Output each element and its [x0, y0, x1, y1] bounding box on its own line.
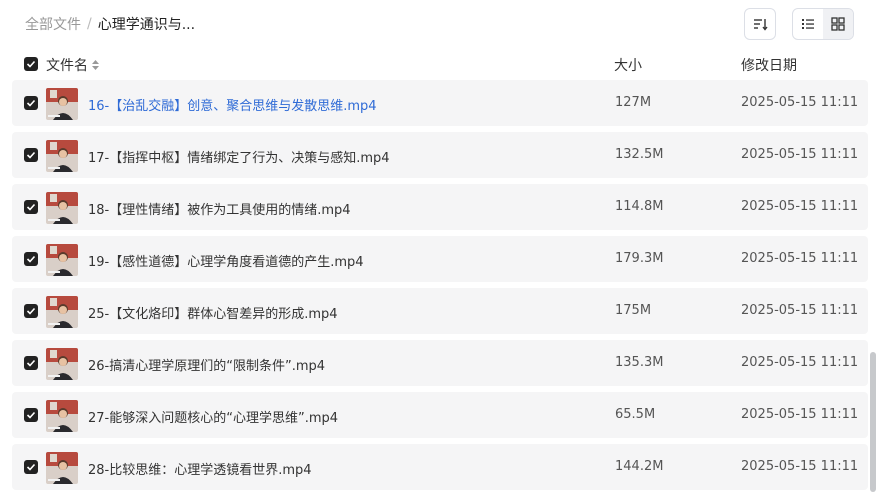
column-header-name[interactable]: 文件名: [46, 55, 99, 75]
file-size: 127M: [615, 95, 652, 110]
file-modified-date: 2025-05-15 11:11: [741, 355, 859, 370]
file-size: 179.3M: [615, 251, 664, 266]
column-header-name-label: 文件名: [46, 58, 88, 74]
video-thumbnail[interactable]: [46, 348, 78, 380]
column-header-modified[interactable]: 修改日期: [741, 55, 797, 75]
file-modified-date: 2025-05-15 11:11: [741, 95, 859, 110]
video-thumbnail[interactable]: [46, 452, 78, 484]
file-row[interactable]: 17-【指挥中枢】情绪绑定了行为、决策与感知.mp4 132.5M 2025-0…: [12, 132, 868, 178]
file-modified-date: 2025-05-15 11:11: [741, 303, 859, 318]
file-row[interactable]: 25-【文化烙印】群体心智差异的形成.mp4 175M 2025-05-15 1…: [12, 288, 868, 334]
check-icon: [26, 411, 36, 419]
file-size: 65.5M: [615, 407, 656, 422]
check-icon: [26, 60, 36, 68]
list-icon: [802, 19, 814, 29]
row-checkbox[interactable]: [24, 304, 38, 318]
check-icon: [26, 99, 36, 107]
file-list: 16-【治乱交融】创意、聚合思维与发散思维.mp4 127M 2025-05-1…: [12, 80, 868, 495]
video-thumbnail[interactable]: [46, 400, 78, 432]
row-checkbox[interactable]: [24, 460, 38, 474]
file-name[interactable]: 26-搞清心理学原理们的“限制条件”.mp4: [88, 355, 325, 374]
file-modified-date: 2025-05-15 11:11: [741, 459, 859, 474]
file-name[interactable]: 18-【理性情绪】被作为工具使用的情绪.mp4: [88, 199, 351, 218]
row-checkbox[interactable]: [24, 252, 38, 266]
select-all-checkbox[interactable]: [24, 57, 38, 71]
file-name[interactable]: 27-能够深入问题核心的“心理学思维”.mp4: [88, 407, 338, 426]
file-size: 144.2M: [615, 459, 664, 474]
list-view-button[interactable]: [793, 9, 823, 39]
file-row[interactable]: 16-【治乱交融】创意、聚合思维与发散思维.mp4 127M 2025-05-1…: [12, 80, 868, 126]
video-thumbnail[interactable]: [46, 244, 78, 276]
check-icon: [26, 255, 36, 263]
file-name[interactable]: 16-【治乱交融】创意、聚合思维与发散思维.mp4: [88, 95, 377, 114]
video-thumbnail[interactable]: [46, 88, 78, 120]
row-checkbox[interactable]: [24, 200, 38, 214]
file-name[interactable]: 25-【文化烙印】群体心智差异的形成.mp4: [88, 303, 338, 322]
scrollbar-thumb[interactable]: [870, 352, 876, 492]
file-row[interactable]: 26-搞清心理学原理们的“限制条件”.mp4 135.3M 2025-05-15…: [12, 340, 868, 386]
row-checkbox[interactable]: [24, 96, 38, 110]
video-thumbnail[interactable]: [46, 140, 78, 172]
row-checkbox[interactable]: [24, 356, 38, 370]
grid-view-button[interactable]: [823, 9, 853, 39]
file-modified-date: 2025-05-15 11:11: [741, 407, 859, 422]
file-name[interactable]: 19-【感性道德】心理学角度看道德的产生.mp4: [88, 251, 364, 270]
breadcrumb-separator: /: [87, 16, 92, 32]
file-modified-date: 2025-05-15 11:11: [741, 147, 859, 162]
file-size: 114.8M: [615, 199, 664, 214]
file-name[interactable]: 28-比较思维：心理学透镜看世界.mp4: [88, 459, 312, 478]
check-icon: [26, 463, 36, 471]
sort-icon: [754, 19, 768, 31]
video-thumbnail[interactable]: [46, 296, 78, 328]
sort-caret-icon: [92, 60, 99, 70]
file-row[interactable]: 19-【感性道德】心理学角度看道德的产生.mp4 179.3M 2025-05-…: [12, 236, 868, 282]
check-icon: [26, 151, 36, 159]
grid-icon: [831, 17, 845, 31]
row-checkbox[interactable]: [24, 148, 38, 162]
check-icon: [26, 203, 36, 211]
sort-button[interactable]: [744, 8, 776, 40]
breadcrumb-root[interactable]: 全部文件: [25, 14, 81, 34]
file-row[interactable]: 27-能够深入问题核心的“心理学思维”.mp4 65.5M 2025-05-15…: [12, 392, 868, 438]
file-size: 175M: [615, 303, 652, 318]
file-row[interactable]: 28-比较思维：心理学透镜看世界.mp4 144.2M 2025-05-15 1…: [12, 444, 868, 490]
check-icon: [26, 307, 36, 315]
table-header: 文件名 大小 修改日期: [12, 50, 868, 78]
view-toggle: [792, 8, 854, 40]
file-modified-date: 2025-05-15 11:11: [741, 251, 859, 266]
file-size: 135.3M: [615, 355, 664, 370]
breadcrumb-current: 心理学通识与...: [97, 17, 196, 33]
column-header-size[interactable]: 大小: [614, 55, 642, 75]
breadcrumb: 全部文件 / 心理学通识与...: [25, 13, 195, 35]
video-thumbnail[interactable]: [46, 192, 78, 224]
row-checkbox[interactable]: [24, 408, 38, 422]
file-name[interactable]: 17-【指挥中枢】情绪绑定了行为、决策与感知.mp4: [88, 147, 390, 166]
file-size: 132.5M: [615, 147, 664, 162]
file-row[interactable]: 18-【理性情绪】被作为工具使用的情绪.mp4 114.8M 2025-05-1…: [12, 184, 868, 230]
file-modified-date: 2025-05-15 11:11: [741, 199, 859, 214]
check-icon: [26, 359, 36, 367]
